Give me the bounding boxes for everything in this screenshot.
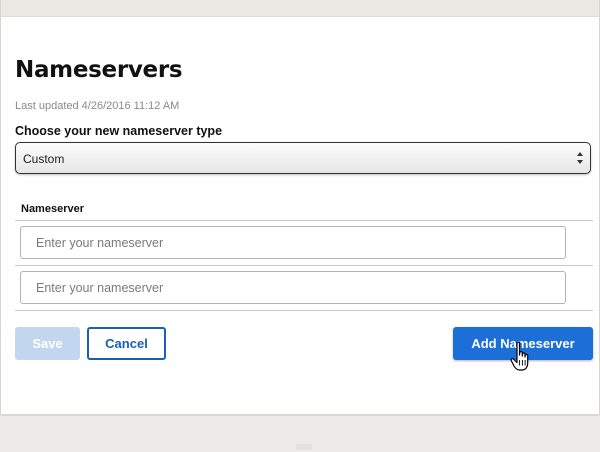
nameserver-input-2[interactable] [20, 271, 566, 304]
save-button[interactable]: Save [15, 327, 80, 360]
nameserver-input-1[interactable] [20, 226, 566, 259]
up-down-arrows-icon [577, 152, 583, 164]
window-bottom-notch [296, 444, 312, 450]
nameserver-table-header: Nameserver [15, 200, 593, 221]
nameserver-type-label: Choose your new nameserver type [15, 124, 223, 138]
page-title: Nameservers [15, 57, 183, 83]
nameserver-type-selected-value: Custom [23, 152, 65, 166]
nameserver-row [15, 266, 593, 311]
last-updated-text: Last updated 4/26/2016 11:12 AM [15, 100, 180, 112]
nameserver-type-select[interactable]: Custom [15, 142, 591, 174]
nameserver-column-header: Nameserver [21, 203, 84, 215]
window-left-border [0, 0, 1, 450]
window-top-bar [0, 0, 600, 17]
cancel-button[interactable]: Cancel [87, 327, 166, 360]
hand-pointer-icon [510, 341, 529, 371]
nameserver-row [15, 221, 593, 266]
